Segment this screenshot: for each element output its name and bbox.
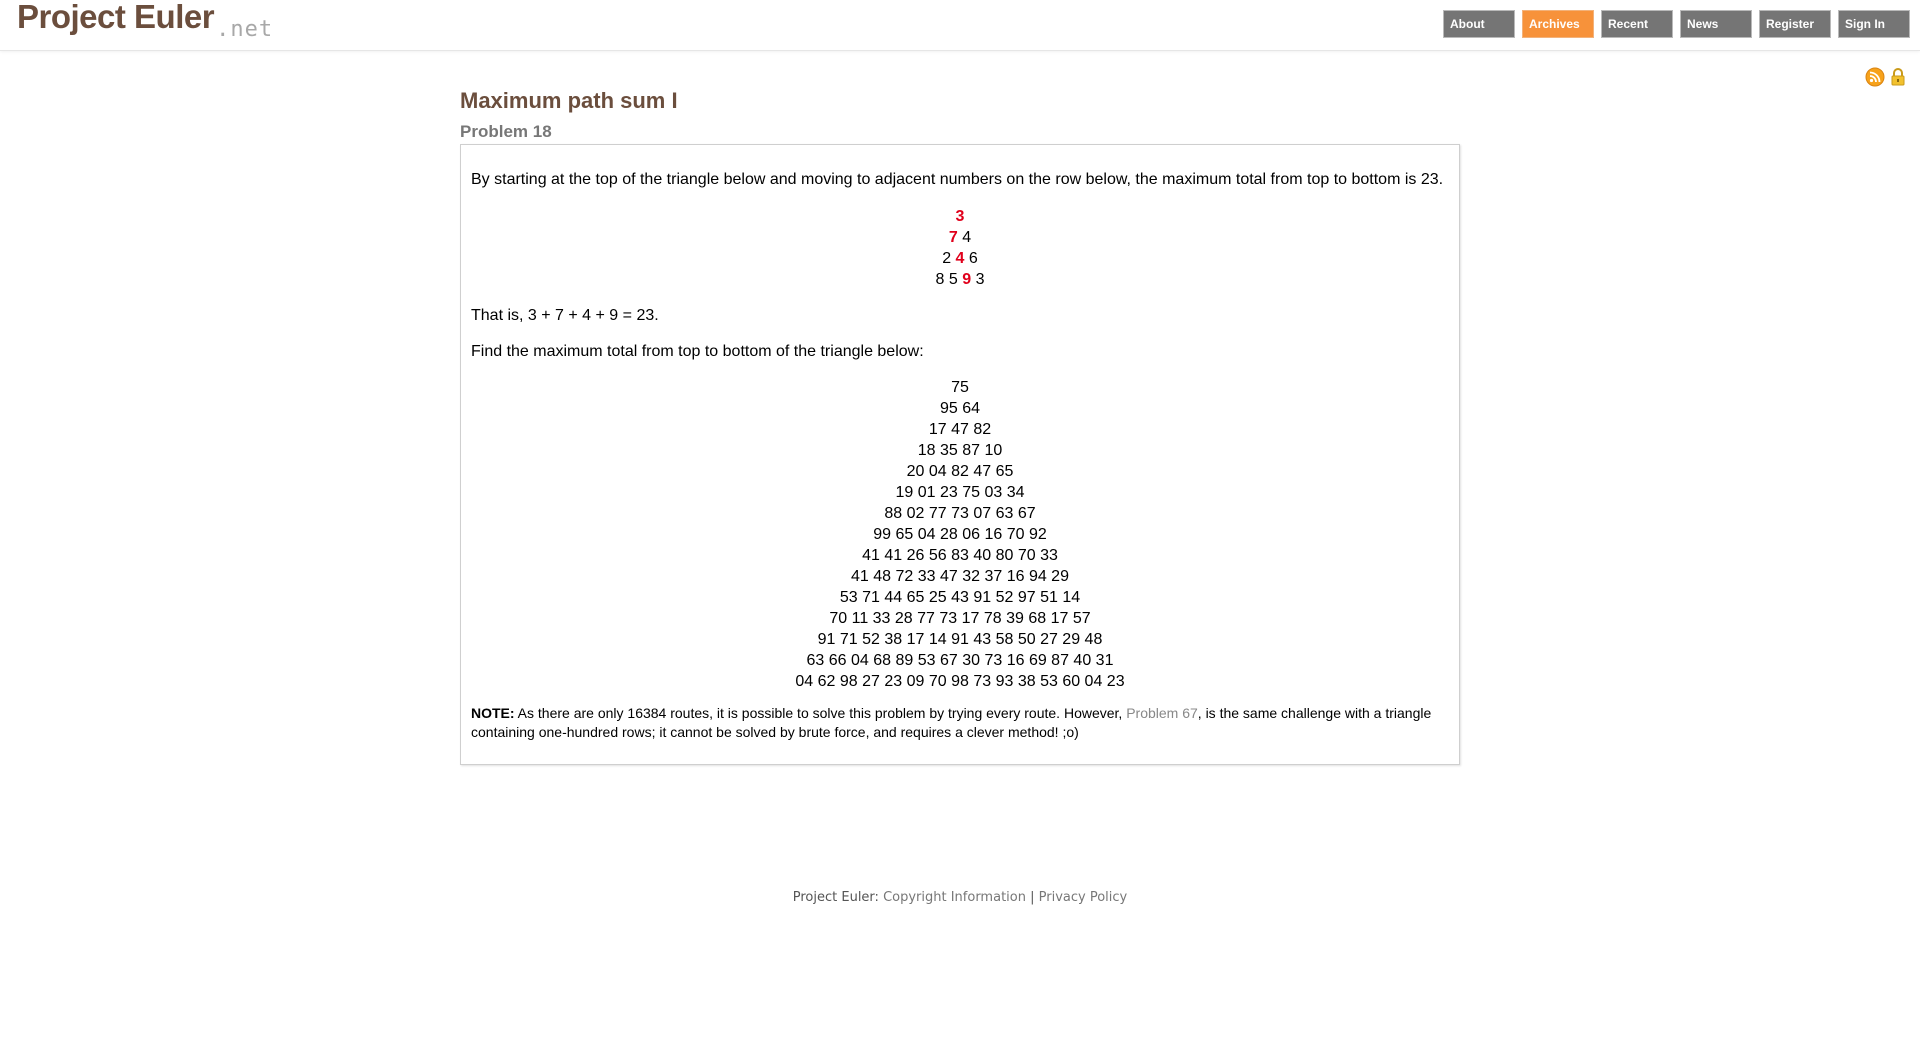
example-row: 2 4 6 (942, 250, 978, 267)
example-row: 8 5 9 3 (935, 271, 985, 288)
path-number: 3 (955, 208, 965, 225)
problem-statement: By starting at the top of the triangle b… (460, 144, 1460, 765)
logo-suffix: .net (216, 17, 274, 42)
example-row: 3 (471, 206, 1449, 227)
triangle-row: 63 66 04 68 89 53 67 30 73 16 69 87 40 3… (806, 652, 1114, 669)
triangle-row: 41 41 26 56 83 40 80 70 33 (862, 547, 1058, 564)
triangle-row: 17 47 82 (928, 421, 992, 438)
triangle-row: 95 64 (939, 400, 981, 417)
site-logo[interactable]: Project Euler.net (17, 0, 273, 42)
rss-feed-icon[interactable] (1865, 67, 1885, 92)
problem-note: NOTE: As there are only 16384 routes, it… (471, 705, 1432, 740)
nav-register-button[interactable]: Register (1759, 10, 1831, 38)
nav-recent-button[interactable]: Recent (1601, 10, 1673, 38)
logo-text: Project Euler (17, 0, 215, 35)
nav-news-button[interactable]: News (1680, 10, 1752, 38)
problem-67-link[interactable]: Problem 67 (1126, 705, 1198, 721)
example-explanation: That is, 3 + 7 + 4 + 9 = 23. (471, 307, 659, 324)
triangle-row: 70 11 33 28 77 73 17 78 39 68 17 57 (829, 610, 1091, 627)
triangle-row: 91 71 52 38 17 14 91 43 58 50 27 29 48 (817, 631, 1103, 648)
example-row: 7 4 (948, 229, 972, 246)
nav-about-button[interactable]: About (1443, 10, 1515, 38)
problem-number: Problem 18 (460, 122, 552, 141)
example-triangle: 3 7 4 2 4 6 8 5 9 3 (471, 206, 1449, 290)
problem-intro: By starting at the top of the triangle b… (471, 171, 1444, 188)
note-label: NOTE: (471, 705, 515, 721)
site-header: Project Euler.net About Archives Recent … (0, 0, 1920, 51)
problem-content: Maximum path sum I Problem 18 By startin… (460, 88, 1460, 765)
triangle-row: 20 04 82 47 65 (906, 463, 1014, 480)
path-number: 9 (962, 271, 972, 288)
nav-sign-in-button[interactable]: Sign In (1838, 10, 1910, 38)
lock-icon[interactable] (1888, 67, 1908, 92)
privacy-policy-link[interactable]: Privacy Policy (1039, 890, 1128, 905)
top-icons (1865, 67, 1908, 92)
nav-archives-button[interactable]: Archives (1522, 10, 1594, 38)
triangle-row: 75 (951, 379, 969, 396)
main-nav: About Archives Recent News Register Sign… (1443, 10, 1910, 38)
problem-triangle: 75 95 64 17 47 82 18 35 87 10 20 04 82 4… (471, 377, 1449, 692)
triangle-row: 18 35 87 10 (917, 442, 1003, 459)
footer-separator: | (1025, 890, 1039, 905)
triangle-row: 19 01 23 75 03 34 (895, 484, 1025, 501)
footer-label: Project Euler: (792, 890, 884, 905)
triangle-row: 88 02 77 73 07 63 67 (884, 505, 1036, 522)
triangle-row: 41 48 72 33 47 32 37 16 94 29 (851, 568, 1069, 585)
site-footer: Project Euler: Copyright Information | P… (0, 890, 1920, 905)
problem-task: Find the maximum total from top to botto… (471, 343, 924, 360)
triangle-row: 53 71 44 65 25 43 91 52 97 51 14 (839, 589, 1081, 606)
page-title: Maximum path sum I (460, 88, 678, 113)
copyright-link[interactable]: Copyright Information (883, 890, 1026, 905)
triangle-row: 04 62 98 27 23 09 70 98 73 93 38 53 60 0… (795, 673, 1125, 690)
triangle-row: 99 65 04 28 06 16 70 92 (873, 526, 1047, 543)
path-number: 7 (948, 229, 958, 246)
